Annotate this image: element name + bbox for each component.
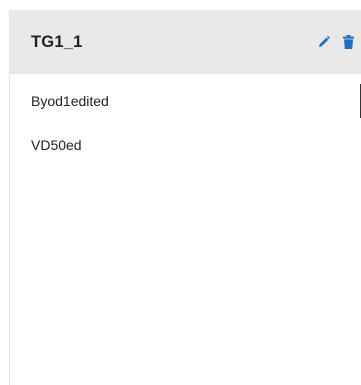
pencil-icon[interactable] bbox=[317, 34, 331, 50]
trash-icon[interactable] bbox=[341, 34, 355, 50]
list-item[interactable]: Byod1edited bbox=[10, 79, 361, 123]
tag-group-panel: TG1_1 Byod1edited VD50ed bbox=[9, 10, 361, 385]
group-item-list: Byod1edited VD50ed bbox=[10, 79, 361, 167]
list-item[interactable]: VD50ed bbox=[10, 123, 361, 167]
header-actions bbox=[317, 34, 355, 50]
group-header: TG1_1 bbox=[10, 10, 361, 74]
group-title: TG1_1 bbox=[31, 32, 83, 51]
